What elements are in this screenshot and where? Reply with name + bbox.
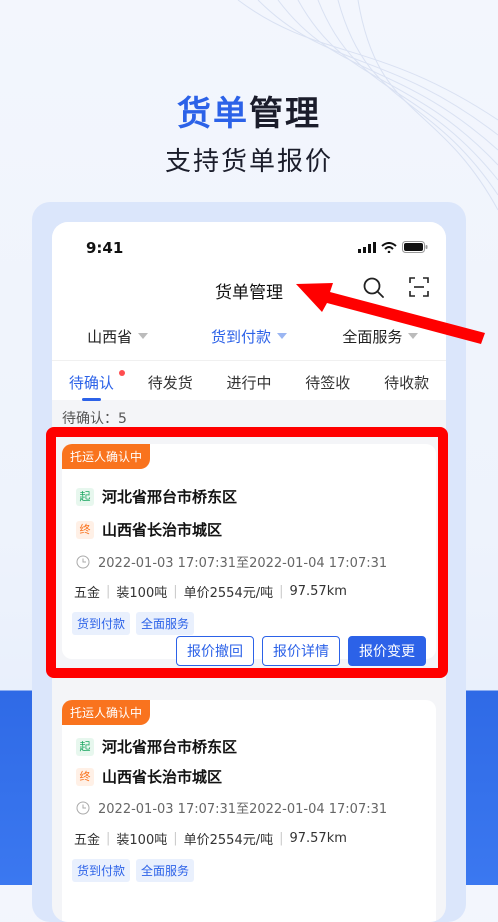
status-badge: 托运人确认中 — [62, 700, 151, 725]
pending-count: 待确认：5 — [62, 411, 127, 427]
chevron-down-icon — [277, 333, 287, 339]
search-icon[interactable] — [362, 276, 386, 300]
phone-header: 9:41 货单管理 山西省 货到付款 全面服务 待确认 待发货 进行中 待签收 … — [52, 222, 446, 403]
status-icons — [358, 241, 428, 253]
hero-title-accent: 货单 — [177, 94, 249, 134]
chip-service: 全面服务 — [136, 859, 195, 882]
service-chips: 货到付款 全面服务 — [72, 859, 195, 882]
tab-pending-sign[interactable]: 待签收 — [288, 372, 367, 393]
start-address: 起 河北省邢台市桥东区 — [76, 736, 237, 757]
tab-in-progress[interactable]: 进行中 — [210, 372, 289, 393]
start-tag: 起 — [76, 737, 94, 756]
filter-payment[interactable]: 货到付款 — [183, 326, 314, 347]
chip-payment: 货到付款 — [72, 859, 131, 882]
filter-label: 货到付款 — [210, 327, 271, 346]
divider: | — [173, 831, 178, 846]
cargo-info: 五金 | 装100吨 | 单价2554元/吨 | 97.57km — [74, 829, 347, 848]
tab-pending-confirm[interactable]: 待确认 — [52, 369, 131, 401]
notification-dot — [118, 369, 125, 376]
hero-title-main: 管理 — [249, 94, 321, 134]
tab-pending-ship[interactable]: 待发货 — [131, 372, 210, 393]
divider: | — [106, 831, 111, 846]
scan-icon[interactable] — [408, 276, 430, 298]
status-tabs: 待确认 待发货 进行中 待签收 待收款 — [52, 360, 446, 403]
hero-title: 货单管理 — [0, 86, 498, 135]
status-bar: 9:41 — [52, 222, 446, 272]
filter-bar: 山西省 货到付款 全面服务 — [52, 312, 446, 360]
title-bar: 货单管理 — [52, 272, 446, 308]
tab-label: 待发货 — [147, 373, 193, 392]
cargo-load: 装100吨 — [116, 833, 168, 848]
end-address: 终 山西省长治市城区 — [76, 766, 222, 787]
cargo-type: 五金 — [74, 833, 101, 848]
cargo-distance: 97.57km — [289, 831, 347, 846]
chevron-down-icon — [408, 333, 419, 339]
status-time: 9:41 — [86, 239, 124, 257]
end-tag: 终 — [76, 767, 94, 786]
tab-label: 待收款 — [384, 373, 430, 392]
time-range-text: 2022-01-03 17:07:31至2022-01-04 17:07:31 — [98, 802, 388, 817]
hero-subtitle: 支持货单报价 — [164, 147, 333, 177]
filter-label: 山西省 — [87, 327, 133, 346]
filter-service[interactable]: 全面服务 — [315, 326, 446, 347]
battery-icon — [402, 241, 428, 253]
start-address-text: 河北省邢台市桥东区 — [102, 738, 238, 756]
tab-label: 待签收 — [305, 373, 351, 392]
divider: | — [279, 831, 284, 846]
filter-label: 全面服务 — [342, 327, 403, 346]
signal-icon — [358, 241, 376, 253]
page-title: 货单管理 — [215, 283, 283, 303]
highlight-box — [46, 427, 448, 678]
end-address-text: 山西省长治市城区 — [102, 768, 223, 786]
wifi-icon — [381, 241, 397, 253]
clock-icon — [76, 801, 90, 814]
cargo-price: 单价2554元/吨 — [183, 833, 274, 848]
tab-pending-payment[interactable]: 待收款 — [367, 372, 446, 393]
tab-label: 待确认 — [68, 373, 114, 392]
tab-active-indicator — [82, 397, 101, 401]
chevron-down-icon — [138, 333, 149, 339]
filter-province[interactable]: 山西省 — [52, 326, 183, 347]
tab-label: 进行中 — [226, 373, 272, 392]
order-card[interactable]: 托运人确认中 起 河北省邢台市桥东区 终 山西省长治市城区 2022-01-03… — [62, 700, 436, 922]
time-range: 2022-01-03 17:07:31至2022-01-04 17:07:31 — [76, 798, 387, 817]
